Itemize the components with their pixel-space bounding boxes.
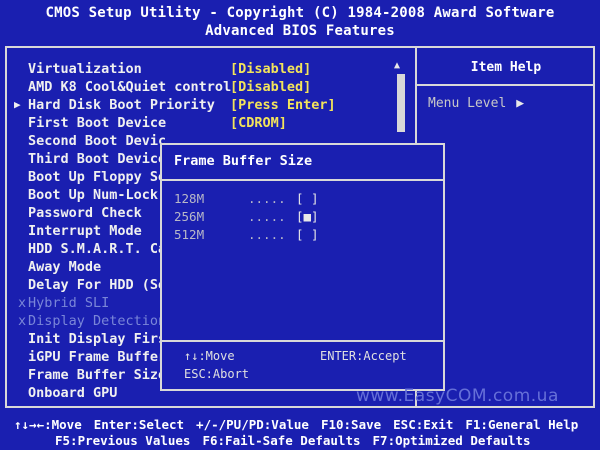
- setting-label: Init Display Firs: [28, 331, 167, 347]
- setting-label: Second Boot Devic: [28, 133, 167, 149]
- option-label: 512M: [174, 227, 205, 242]
- dialog-divider-bottom: [162, 340, 443, 342]
- unavailable-marker: x: [18, 295, 27, 311]
- footer-key-hint: ↑↓→←:Move: [14, 417, 82, 432]
- bios-title: CMOS Setup Utility - Copyright (C) 1984-…: [45, 5, 555, 21]
- dialog-title: Frame Buffer Size: [174, 153, 313, 169]
- setting-label: Third Boot Device: [28, 151, 167, 167]
- setting-label: iGPU Frame Buffer: [28, 349, 167, 365]
- setting-row[interactable]: Interrupt Mode: [28, 223, 142, 241]
- setting-row[interactable]: Delay For HDD (Se: [28, 277, 166, 295]
- footer-keys-line1: ↑↓→←:Move Enter:Select +/-/PU/PD:Value F10:…: [14, 417, 600, 432]
- option-dots: .....: [248, 191, 286, 206]
- setting-label: Delay For HDD (Se: [28, 277, 167, 293]
- footer-key-hint: +/-/PU/PD:Value: [196, 417, 309, 432]
- setting-row[interactable]: HDD S.M.A.R.T. Ca: [28, 241, 166, 259]
- watermark: www.EasyCOM.com.ua: [356, 386, 559, 406]
- setting-label: HDD S.M.A.R.T. Ca: [28, 241, 167, 257]
- footer-key-hint: Enter:Select: [93, 417, 185, 432]
- scrollbar-thumb[interactable]: [397, 74, 405, 132]
- unavailable-marker: x: [18, 313, 27, 329]
- footer-key-hint: F1:General Help: [465, 417, 579, 432]
- option-dots: .....: [248, 227, 286, 242]
- option-checkbox[interactable]: [ ]: [296, 191, 319, 206]
- setting-row[interactable]: iGPU Frame Buffer: [28, 349, 166, 367]
- scroll-up-arrow-icon[interactable]: ▲: [394, 60, 400, 71]
- option-checkbox[interactable]: [ ]: [296, 227, 319, 242]
- setting-row: x Display Detection: [18, 313, 167, 331]
- option-dots: .....: [248, 209, 286, 224]
- option-checkbox[interactable]: [■]: [296, 209, 319, 224]
- setting-row[interactable]: Frame Buffer Size: [28, 367, 166, 385]
- setting-label: Boot Up Floppy Se: [28, 169, 167, 185]
- setting-row[interactable]: First Boot Device [CDROM]: [28, 115, 287, 133]
- setting-row[interactable]: Away Mode: [28, 259, 101, 277]
- help-divider: [417, 84, 595, 86]
- menu-level-label: Menu Level: [428, 96, 507, 111]
- setting-row[interactable]: Boot Up Num-Lock: [28, 187, 158, 205]
- setting-label: Interrupt Mode: [28, 223, 142, 239]
- setting-label: Boot Up Num-Lock: [28, 187, 159, 203]
- hint-move: ↑↓:Move: [184, 349, 235, 363]
- item-help-title: Item Help: [470, 60, 542, 75]
- setting-row[interactable]: Boot Up Floppy Se: [28, 169, 166, 187]
- setting-label: Virtualization: [28, 61, 142, 77]
- hint-abort: ESC:Abort: [184, 367, 250, 381]
- page-title: Advanced BIOS Features: [205, 23, 395, 39]
- footer-key-hint: F10:Save: [320, 417, 382, 432]
- setting-label: Hard Disk Boot Priority: [28, 97, 215, 113]
- setting-label: Password Check: [28, 205, 142, 221]
- setting-row[interactable]: Virtualization [Disabled]: [28, 61, 311, 79]
- footer-key-hint: ESC:Exit: [393, 417, 454, 432]
- setting-row[interactable]: ▶ Hard Disk Boot Priority [Press Enter]: [14, 97, 336, 115]
- dialog-divider-top: [162, 179, 443, 181]
- setting-label: AMD K8 Cool&Quiet control: [28, 79, 232, 95]
- setting-row[interactable]: AMD K8 Cool&Quiet control [Disabled]: [28, 79, 311, 97]
- footer-key-hint: F5:Previous Values: [55, 433, 191, 448]
- menu-level: Menu Level ▶: [428, 96, 524, 111]
- setting-label: Onboard GPU: [28, 385, 118, 401]
- menu-level-arrow-icon: ▶: [516, 96, 525, 111]
- frame-buffer-size-dialog: Frame Buffer Size 128M..... [ ] 256M..... […: [160, 143, 445, 391]
- setting-row: x Hybrid SLI: [18, 295, 110, 313]
- setting-row[interactable]: Third Boot Device: [28, 151, 166, 169]
- setting-value[interactable]: [CDROM]: [230, 115, 287, 131]
- dialog-option[interactable]: 128M..... [ ]: [174, 191, 319, 206]
- setting-value[interactable]: [Disabled]: [230, 61, 311, 77]
- setting-label: First Boot Device: [28, 115, 167, 131]
- setting-label: Frame Buffer Size: [28, 367, 167, 383]
- dialog-option[interactable]: 256M..... [■]: [174, 209, 319, 224]
- option-label: 256M: [174, 209, 205, 224]
- setting-label: Away Mode: [28, 259, 102, 275]
- option-label: 128M: [174, 191, 205, 206]
- setting-value[interactable]: [Disabled]: [230, 79, 311, 95]
- setting-value[interactable]: [Press Enter]: [230, 97, 336, 113]
- setting-label: Display Detection: [28, 313, 167, 329]
- hint-accept: ENTER:Accept: [320, 349, 407, 363]
- submenu-arrow-icon: ▶: [14, 98, 21, 111]
- footer-key-hint: F6:Fail-Safe Defaults: [202, 433, 361, 448]
- setting-row[interactable]: Second Boot Devic: [28, 133, 166, 151]
- setting-row[interactable]: Init Display Firs: [28, 331, 166, 349]
- setting-label: Hybrid SLI: [28, 295, 110, 311]
- setting-row[interactable]: Password Check: [28, 205, 142, 223]
- footer-keys-line2: F5:Previous Values F6:Fail-Safe Defaults F…: [55, 433, 600, 448]
- footer-key-hint: F7:Optimized Defaults: [372, 433, 531, 448]
- setting-row[interactable]: Onboard GPU: [28, 385, 117, 403]
- dialog-option[interactable]: 512M..... [ ]: [174, 227, 319, 242]
